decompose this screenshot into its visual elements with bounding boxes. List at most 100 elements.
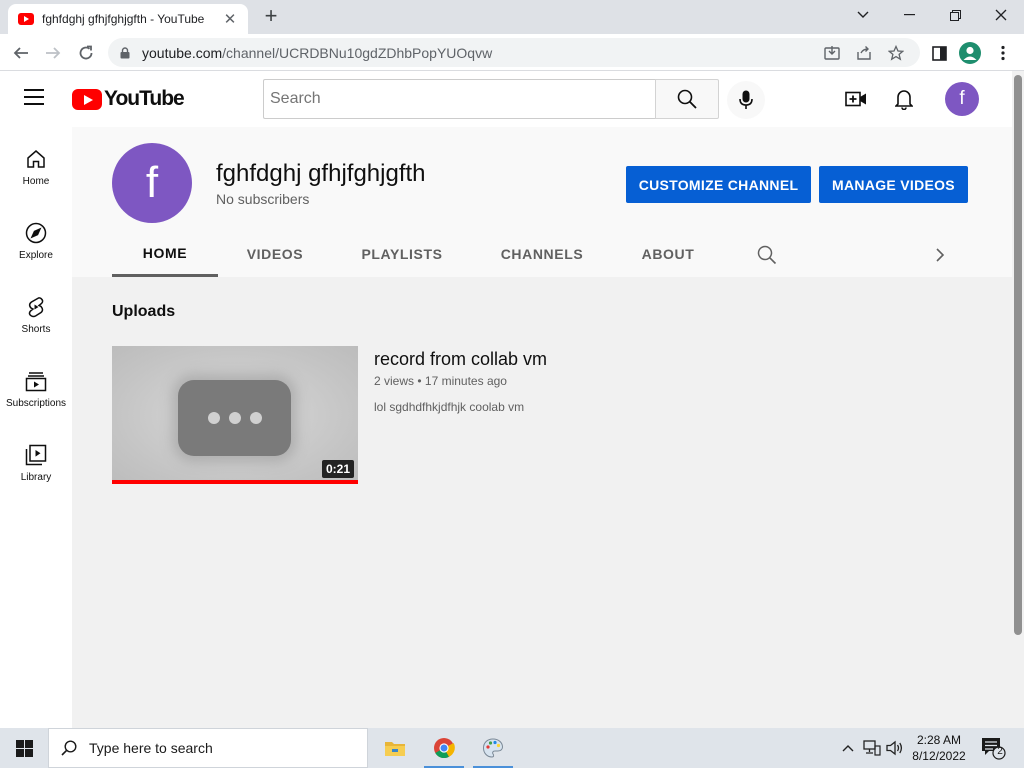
browser-menu-button[interactable] <box>990 40 1016 66</box>
side-panel-icon <box>931 45 947 61</box>
minimize-button[interactable] <box>886 0 932 30</box>
profile-avatar-icon <box>959 42 981 64</box>
scrollbar-thumb[interactable] <box>1014 75 1022 635</box>
bell-icon <box>895 90 913 110</box>
address-bar[interactable]: youtube.com/channel/UCRDBNu10gdZDhbPopYU… <box>108 38 920 67</box>
action-center-button[interactable]: 2 <box>980 736 1006 760</box>
manage-videos-button[interactable]: MANAGE VIDEOS <box>819 166 968 203</box>
reload-icon <box>79 45 93 60</box>
youtube-masthead: YouTube f <box>0 71 1012 127</box>
guide-label: Explore <box>19 250 53 261</box>
guide-label: Library <box>20 472 52 483</box>
browser-tab[interactable]: fghfdghj gfhjfghjgfth - YouTube ✕ <box>8 4 248 34</box>
tab-title: fghfdghj gfhjfghjgfth - YouTube <box>42 12 205 26</box>
kebab-menu-icon <box>1001 45 1005 61</box>
search-icon <box>677 89 697 109</box>
tab-videos[interactable]: VIDEOS <box>228 231 322 277</box>
taskbar-search-box[interactable]: Type here to search <box>48 728 368 768</box>
chrome-icon <box>434 738 455 759</box>
folder-icon <box>385 742 405 756</box>
guide-item-shorts[interactable]: Shorts <box>0 275 72 349</box>
close-window-button[interactable] <box>978 0 1024 30</box>
microphone-icon <box>739 90 753 109</box>
video-description: lol sgdhdfhkjdfhjk coolab vm <box>374 400 525 414</box>
guide-item-explore[interactable]: Explore <box>0 201 72 275</box>
library-icon <box>24 443 48 467</box>
compass-icon <box>24 221 48 245</box>
url-path: /channel/UCRDBNu10gdZDhbPopYUOqvw <box>222 44 493 61</box>
close-tab-icon[interactable]: ✕ <box>222 10 238 28</box>
guide-label: Subscriptions <box>5 398 67 409</box>
start-button[interactable] <box>0 728 48 768</box>
uploads-heading[interactable]: Uploads <box>112 303 175 321</box>
page-scrollbar[interactable] <box>1012 71 1024 728</box>
taskbar-clock[interactable]: 2:28 AM 8/12/2022 <box>906 732 972 764</box>
create-video-icon <box>845 91 866 107</box>
guide-item-library[interactable]: Library <box>0 423 72 497</box>
channel-avatar: f <box>112 143 192 223</box>
back-button[interactable] <box>8 40 34 66</box>
channel-tabs: HOME VIDEOS PLAYLISTS CHANNELS ABOUT <box>112 231 972 277</box>
account-avatar[interactable]: f <box>945 82 979 116</box>
taskbar-file-explorer[interactable] <box>372 728 418 768</box>
url-domain: youtube.com <box>142 44 223 61</box>
volume-icon[interactable] <box>885 738 905 758</box>
taskbar-paint[interactable] <box>470 728 516 768</box>
minimize-icon <box>903 14 915 16</box>
video-views: 2 views <box>374 374 415 388</box>
guide-menu-icon[interactable] <box>24 89 44 107</box>
profile-button[interactable] <box>957 40 983 66</box>
guide-item-subscriptions[interactable]: Subscriptions <box>0 349 72 423</box>
video-thumbnail[interactable]: 0:21 <box>112 346 358 484</box>
video-duration: 0:21 <box>321 460 354 478</box>
reload-button[interactable] <box>73 40 99 66</box>
forward-button[interactable] <box>40 40 66 66</box>
video-metadata: 2 views • 17 minutes ago <box>374 374 507 388</box>
subscriptions-icon <box>24 369 48 393</box>
tab-about[interactable]: ABOUT <box>628 231 708 277</box>
notifications-button[interactable] <box>890 85 918 113</box>
side-panel-button[interactable] <box>926 40 952 66</box>
paint-palette-icon <box>482 738 504 758</box>
lock-icon <box>120 46 130 58</box>
youtube-logo[interactable]: YouTube <box>72 87 185 111</box>
video-age: 17 minutes ago <box>424 374 507 388</box>
channel-search-icon[interactable] <box>757 245 777 265</box>
guide-label: Shorts <box>21 324 51 335</box>
taskbar-search-placeholder: Type here to search <box>89 740 213 756</box>
arrow-left-icon <box>13 47 28 59</box>
tab-channels[interactable]: CHANNELS <box>488 231 596 277</box>
network-icon[interactable] <box>862 738 882 758</box>
channel-content: Uploads 0:21 record from collab vm 2 vie… <box>72 277 1012 728</box>
chevron-right-icon[interactable] <box>932 245 948 265</box>
notification-badge-count: 2 <box>997 746 1003 757</box>
guide-item-home[interactable]: Home <box>0 127 72 201</box>
video-title[interactable]: record from collab vm <box>374 349 547 370</box>
taskbar-chrome[interactable] <box>421 728 467 768</box>
clock-time: 2:28 AM <box>916 733 962 747</box>
show-hidden-icons-chevron-up-icon[interactable] <box>838 738 858 758</box>
home-icon <box>24 147 48 171</box>
tab-playlists[interactable]: PLAYLISTS <box>348 231 456 277</box>
youtube-play-icon <box>72 88 102 110</box>
search-input[interactable] <box>263 79 656 119</box>
restore-button[interactable] <box>932 0 978 30</box>
customize-channel-button[interactable]: CUSTOMIZE CHANNEL <box>626 166 811 203</box>
tab-search-button[interactable] <box>840 0 886 30</box>
bookmark-star-icon[interactable] <box>884 41 908 65</box>
restore-icon <box>949 9 961 21</box>
url-text: youtube.com/channel/UCRDBNu10gdZDhbPopYU… <box>142 45 812 61</box>
create-video-button[interactable] <box>842 85 870 113</box>
browser-tabstrip: fghfdghj gfhjfghjgfth - YouTube ✕ + <box>0 0 1024 34</box>
new-tab-button[interactable]: + <box>258 4 284 30</box>
tab-home[interactable]: HOME <box>112 231 218 277</box>
share-icon[interactable] <box>852 41 876 65</box>
voice-search-button[interactable] <box>727 81 765 119</box>
search-button[interactable] <box>655 79 719 119</box>
install-app-icon[interactable] <box>820 41 844 65</box>
channel-header: f fghfdghj gfhjfghjgfth No subscribers C… <box>72 127 1012 277</box>
browser-toolbar: youtube.com/channel/UCRDBNu10gdZDhbPopYU… <box>0 34 1024 71</box>
watched-progress-bar <box>112 480 358 484</box>
search-icon <box>61 740 77 756</box>
guide-label: Home <box>22 176 50 187</box>
